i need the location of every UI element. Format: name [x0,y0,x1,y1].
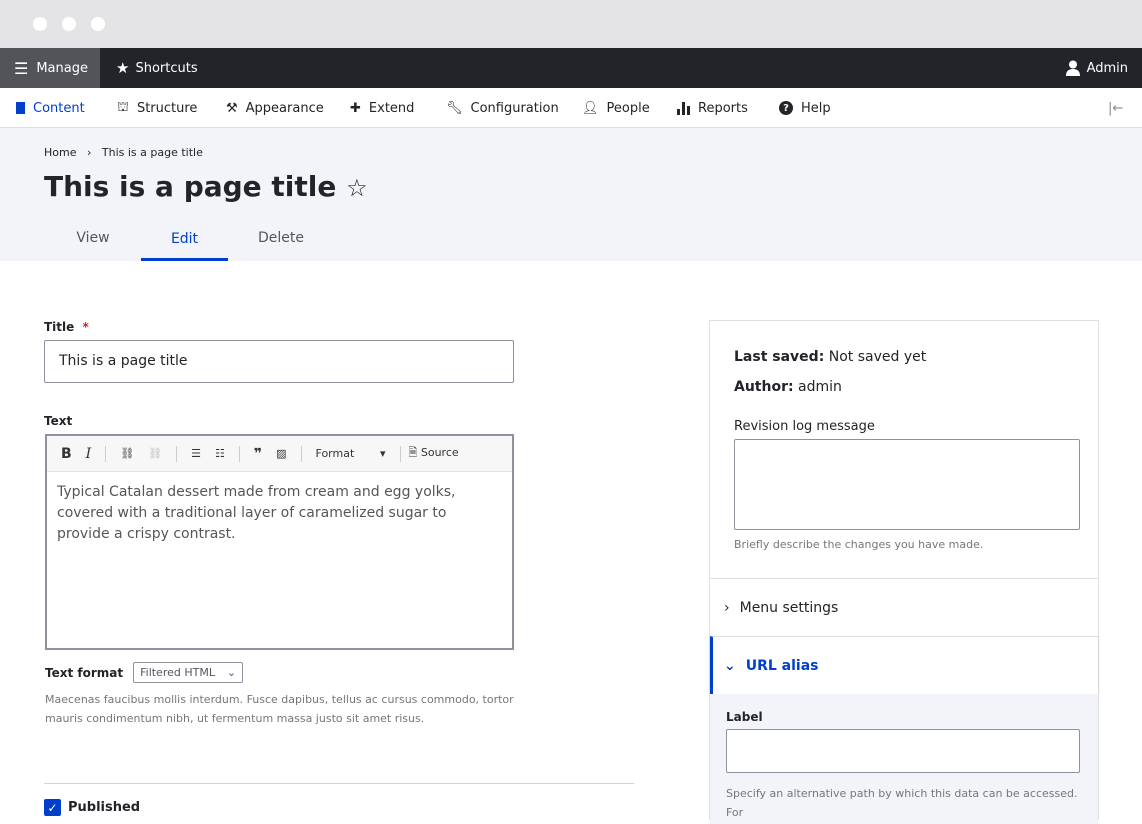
bulleted-list-icon[interactable]: ☰ [191,447,201,460]
text-format-select[interactable]: Filtered HTML ⌄ [133,662,244,683]
browser-chrome [0,0,1142,48]
bar-chart-icon [677,101,690,115]
nav-label: Appearance [245,100,324,116]
meta-sidebar: Last saved: Not saved yet Author: admin … [709,320,1099,824]
help-icon: ? [779,101,793,115]
puzzle-icon: ✚ [350,100,361,116]
nav-help[interactable]: ? Help [779,88,831,128]
image-icon[interactable]: ▨ [276,447,286,460]
admin-toolbar: ☰ Manage ★ Shortcuts Admin [0,48,1142,88]
window-minimize-dot[interactable] [62,17,76,31]
bold-button[interactable]: B [61,446,72,462]
editor-toolbar: B I ⛓ ⛓ ☰ ☷ ❞ ▨ Format ▾ 🗎︎ Source [47,436,512,472]
menu-settings-toggle[interactable]: › Menu settings [710,578,1098,636]
shortcuts-button[interactable]: ★ Shortcuts [116,48,198,88]
people-icon: 👤︎ [582,100,599,116]
manage-button[interactable]: ☰ Manage [0,48,100,88]
page-title: This is a page title ☆ [44,170,368,203]
unlink-icon[interactable]: ⛓ [148,447,162,460]
published-label: Published [68,800,141,815]
checkbox-checked-icon: ✓ [44,799,61,816]
breadcrumb-current: This is a page title [101,146,203,159]
chevron-down-icon: ⌄ [226,666,237,679]
chevron-right-icon: › [724,599,730,616]
nav-appearance[interactable]: ⚒ Appearance [226,88,324,128]
window-maximize-dot[interactable] [91,17,105,31]
user-icon [1065,60,1080,76]
required-marker: * [82,320,89,334]
shortcuts-label: Shortcuts [135,60,198,76]
nav-label: Reports [698,100,748,116]
title-input[interactable]: This is a page title [44,340,514,383]
hamburger-icon: ☰ [14,58,29,78]
manage-label: Manage [36,60,88,76]
tab-edit[interactable]: Edit [141,230,228,261]
editor-body[interactable]: Typical Catalan dessert made from cream … [47,472,512,555]
paintbrush-icon: ⚒ [226,100,238,116]
last-saved: Last saved: Not saved yet [734,349,927,365]
nav-label: Help [801,100,831,116]
italic-button[interactable]: I [86,446,92,462]
nav-people[interactable]: 👤︎ People [582,88,650,128]
nav-label: Content [33,100,85,116]
nav-content[interactable]: Content [16,88,85,128]
format-dropdown[interactable]: Format ▾ [316,447,386,460]
wrench-icon: 🔧︎ [446,100,463,116]
divider [44,783,634,784]
text-format-row: Text format Filtered HTML ⌄ [45,662,244,683]
text-format-label: Text format [45,665,124,680]
tab-view[interactable]: View [60,230,126,246]
star-icon: ★ [116,59,130,77]
title-label: Title * [44,320,89,334]
document-icon [16,102,25,114]
published-checkbox[interactable]: ✓ Published [44,799,140,816]
breadcrumb-home[interactable]: Home [44,146,76,159]
revision-textarea[interactable] [734,439,1080,530]
text-format-help: Maecenas faucibus mollis interdum. Fusce… [45,693,514,725]
nav-structure[interactable]: ⛫ Structure [117,88,197,128]
breadcrumb: Home › This is a page title [44,146,203,159]
sitemap-icon: ⛫ [117,99,129,115]
chevron-down-icon: ⌄ [724,657,736,674]
revision-help: Briefly describe the changes you have ma… [734,538,984,551]
numbered-list-icon[interactable]: ☷ [215,447,225,460]
nav-label: Extend [368,100,415,116]
revision-label: Revision log message [734,419,875,434]
nav-label: People [606,100,650,116]
nav-configuration[interactable]: 🔧︎ Configuration [446,88,559,128]
blockquote-icon[interactable]: ❞ [254,446,262,462]
nav-extend[interactable]: ✚ Extend [350,88,414,128]
source-icon: 🗎︎ [408,446,418,459]
rich-text-editor: B I ⛓ ⛓ ☰ ☷ ❞ ▨ Format ▾ 🗎︎ Source Typica… [45,434,514,650]
nav-label: Structure [136,100,198,116]
alias-label: Label [726,710,763,724]
url-alias-panel: Label Specify an alternative path by whi… [710,694,1098,824]
collapse-left-icon[interactable]: |← [1108,88,1123,128]
alias-input[interactable] [726,729,1080,773]
source-button[interactable]: 🗎︎ Source [409,444,459,463]
nav-reports[interactable]: Reports [677,88,748,128]
window-close-dot[interactable] [33,17,47,31]
tab-delete[interactable]: Delete [244,230,318,246]
breadcrumb-separator: › [86,146,92,159]
text-label: Text [44,414,73,428]
author: Author: admin [734,379,842,395]
star-outline-icon[interactable]: ☆ [346,174,368,202]
admin-menu: Content ⛫ Structure ⚒ Appearance ✚ Extend 🔧… [0,88,1142,128]
nav-label: Configuration [470,100,559,116]
link-icon[interactable]: ⛓ [120,447,134,460]
page-title-text: This is a page title [44,170,337,203]
alias-help: Specify an alternative path by which thi… [726,787,1078,819]
caret-down-icon: ▾ [379,447,386,460]
user-menu-button[interactable]: Admin [1065,48,1128,88]
url-alias-toggle[interactable]: ⌄ URL alias [710,636,1098,694]
user-label: Admin [1086,60,1128,76]
